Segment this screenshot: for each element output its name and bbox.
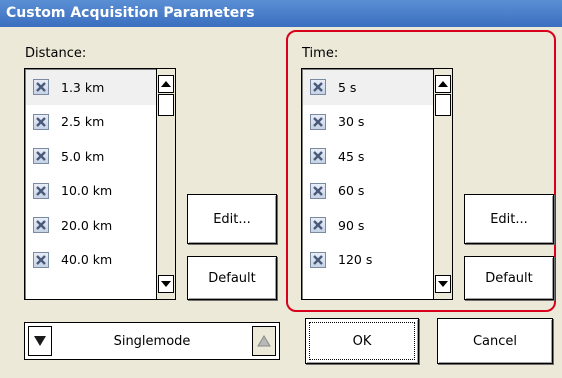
focus-rect — [309, 322, 415, 360]
fiber-mode-value: Singlemode — [113, 333, 191, 349]
list-item-label: 5 s — [338, 79, 357, 95]
time-list[interactable]: 5 s 30 s 45 s 60 s 90 s 120 s — [301, 68, 453, 300]
list-item[interactable]: 10.0 km — [26, 174, 157, 209]
time-edit-label: Edit... — [490, 211, 528, 227]
list-item-label: 5.0 km — [61, 148, 105, 164]
list-item-label: 90 s — [338, 217, 365, 233]
checkbox-checked-icon[interactable] — [310, 182, 326, 199]
window-title: Custom Acquisition Parameters — [0, 0, 562, 27]
distance-scrollbar[interactable] — [156, 69, 175, 299]
cancel-button[interactable]: Cancel — [437, 318, 553, 364]
checkbox-checked-icon[interactable] — [33, 79, 49, 96]
list-item-label: 2.5 km — [61, 114, 105, 130]
list-item[interactable]: 2.5 km — [26, 105, 157, 140]
checkbox-checked-icon[interactable] — [33, 182, 49, 199]
list-item[interactable]: 40.0 km — [26, 243, 157, 278]
list-item[interactable]: 90 s — [303, 208, 434, 243]
scroll-thumb[interactable] — [435, 94, 451, 116]
list-item[interactable]: 5.0 km — [26, 139, 157, 174]
triangle-down-icon — [34, 336, 46, 346]
list-item-label: 60 s — [338, 183, 365, 199]
list-item-label: 30 s — [338, 114, 365, 130]
list-item-label: 45 s — [338, 148, 365, 164]
distance-label: Distance: — [25, 46, 87, 61]
checkbox-checked-icon[interactable] — [33, 217, 49, 234]
mode-prev-button[interactable] — [28, 326, 52, 356]
checkbox-checked-icon[interactable] — [310, 148, 326, 165]
list-item[interactable]: 5 s — [303, 70, 434, 105]
mode-next-button[interactable] — [252, 326, 276, 356]
checkbox-checked-icon[interactable] — [310, 79, 326, 96]
checkbox-checked-icon[interactable] — [33, 251, 49, 268]
checkbox-checked-icon[interactable] — [310, 113, 326, 130]
list-item[interactable]: 30 s — [303, 105, 434, 140]
distance-list[interactable]: 1.3 km 2.5 km 5.0 km 10.0 km 20.0 km 40.0 km — [24, 68, 176, 300]
ok-button[interactable]: OK — [305, 318, 419, 364]
time-items: 5 s 30 s 45 s 60 s 90 s 120 s — [303, 70, 434, 298]
scroll-down-icon[interactable] — [158, 275, 174, 293]
triangle-up-icon — [257, 335, 271, 347]
scroll-up-icon[interactable] — [158, 75, 174, 93]
time-scrollbar[interactable] — [433, 69, 452, 299]
scroll-up-icon[interactable] — [435, 75, 451, 93]
list-item-label: 1.3 km — [61, 79, 105, 95]
list-item-label: 20.0 km — [61, 217, 113, 233]
list-item[interactable]: 120 s — [303, 243, 434, 278]
distance-default-button[interactable]: Default — [187, 256, 277, 300]
checkbox-checked-icon[interactable] — [310, 217, 326, 234]
checkbox-checked-icon[interactable] — [33, 113, 49, 130]
list-item[interactable]: 60 s — [303, 174, 434, 209]
checkbox-checked-icon[interactable] — [310, 251, 326, 268]
distance-edit-button[interactable]: Edit... — [187, 194, 277, 244]
list-item[interactable]: 45 s — [303, 139, 434, 174]
distance-default-label: Default — [208, 270, 256, 286]
fiber-mode-selector[interactable]: Singlemode — [24, 322, 280, 360]
cancel-label: Cancel — [472, 333, 518, 349]
time-label: Time: — [302, 46, 339, 61]
time-default-label: Default — [485, 270, 533, 286]
distance-edit-label: Edit... — [213, 211, 251, 227]
list-item[interactable]: 20.0 km — [26, 208, 157, 243]
scroll-down-icon[interactable] — [435, 275, 451, 293]
time-edit-button[interactable]: Edit... — [464, 194, 554, 244]
distance-items: 1.3 km 2.5 km 5.0 km 10.0 km 20.0 km 40.0 km — [26, 70, 157, 298]
time-default-button[interactable]: Default — [464, 256, 554, 300]
checkbox-checked-icon[interactable] — [33, 148, 49, 165]
list-item[interactable]: 1.3 km — [26, 70, 157, 105]
scroll-thumb[interactable] — [158, 94, 174, 116]
list-item-label: 40.0 km — [61, 252, 113, 268]
list-item-label: 120 s — [338, 252, 373, 268]
list-item-label: 10.0 km — [61, 183, 113, 199]
